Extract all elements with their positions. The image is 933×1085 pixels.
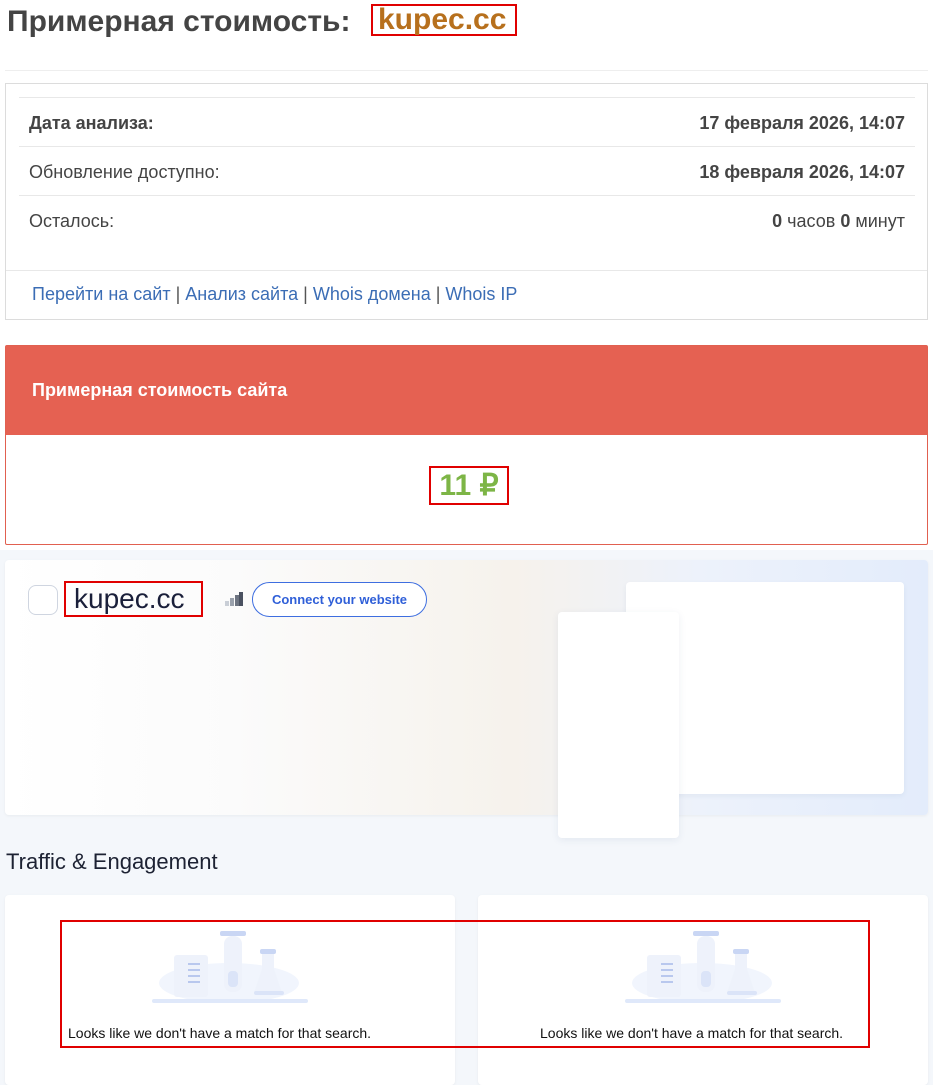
divider — [5, 70, 928, 71]
connect-website-button[interactable]: Connect your website — [252, 582, 427, 617]
remaining-value: 0 часов 0 минут — [772, 211, 905, 232]
whois-ip-link[interactable]: Whois IP — [445, 284, 517, 304]
site-cost-value: 11 ₽ — [429, 466, 509, 505]
site-favicon-placeholder — [28, 585, 58, 615]
update-available-label: Обновление доступно: — [29, 162, 220, 182]
remaining-label: Осталось: — [29, 211, 115, 231]
site-cost-panel: Примерная стоимость сайта 11 ₽ — [5, 345, 928, 545]
update-available-value: 18 февраля 2026, 14:07 — [699, 162, 905, 182]
remaining-minutes-unit: минут — [855, 211, 905, 231]
analysis-info-panel: Дата анализа: 17 февраля 2026, 14:07 Обн… — [5, 83, 928, 320]
link-separator: | — [303, 284, 308, 304]
mobile-preview — [558, 612, 679, 838]
link-separator: | — [435, 284, 441, 304]
remaining-hours: 0 — [772, 211, 783, 231]
site-cost-heading: Примерная стоимость сайта — [32, 380, 288, 400]
site-name: kupec.cc — [64, 581, 203, 617]
highlight-box — [60, 920, 870, 1048]
rank-bars-icon — [225, 592, 243, 606]
go-to-site-link[interactable]: Перейти на сайт — [32, 284, 171, 304]
page-title: Примерная стоимость: — [7, 4, 350, 40]
divider — [19, 97, 915, 98]
site-analysis-link[interactable]: Анализ сайта — [185, 284, 298, 304]
analysis-date-value: 17 февраля 2026, 14:07 — [699, 113, 905, 133]
title-domain: kupec.cc — [371, 4, 517, 36]
divider — [19, 146, 915, 147]
page-title-prefix: Примерная стоимость: — [7, 5, 351, 38]
divider — [19, 195, 915, 196]
remaining-minutes: 0 — [840, 211, 851, 231]
remaining-hours-unit: часов — [787, 211, 836, 231]
site-links: Перейти на сайт | Анализ сайта | Whois домен… — [32, 284, 517, 305]
analysis-date-label: Дата анализа: — [29, 113, 154, 133]
whois-domain-link[interactable]: Whois домена — [313, 284, 431, 304]
traffic-engagement-title: Traffic & Engagement — [6, 849, 218, 874]
link-separator: | — [175, 284, 181, 304]
site-cost-header: Примерная стоимость сайта — [6, 346, 927, 435]
divider — [6, 270, 927, 271]
